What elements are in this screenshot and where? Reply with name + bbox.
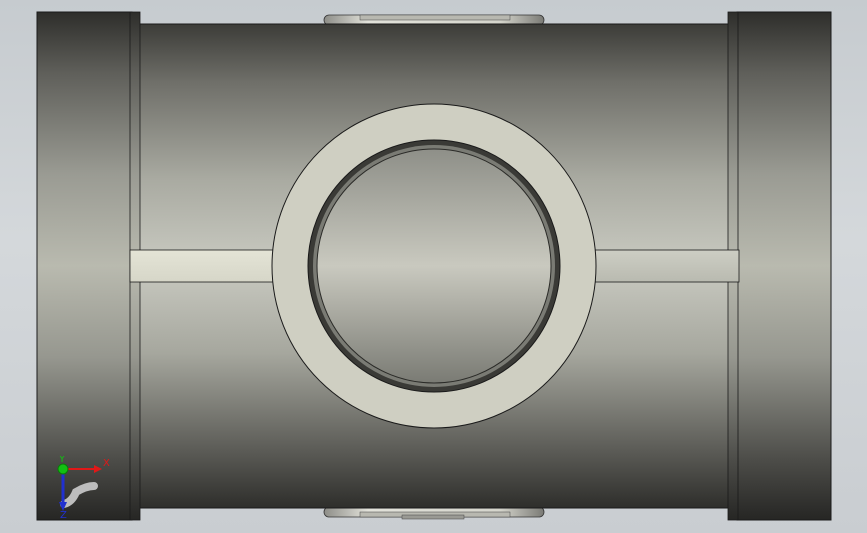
- graphics-viewport[interactable]: X Y Z: [0, 0, 867, 533]
- y-axis-label: Y: [58, 456, 66, 465]
- y-axis-dot: [57, 463, 69, 475]
- cad-model-tee-pipe[interactable]: [0, 0, 867, 533]
- strip-left: [129, 249, 276, 283]
- end-collar-right: [736, 11, 832, 521]
- end-collar-left: [36, 11, 133, 521]
- z-axis-label: Z: [60, 510, 67, 518]
- coordinate-triad: X Y Z: [57, 456, 110, 518]
- strip-right: [591, 249, 740, 283]
- triad-arc: [60, 482, 98, 508]
- x-axis-arrow: [94, 465, 102, 473]
- branch-stub-bottom: [323, 506, 545, 520]
- x-axis-label: X: [103, 458, 110, 469]
- bore-inner: [316, 148, 552, 384]
